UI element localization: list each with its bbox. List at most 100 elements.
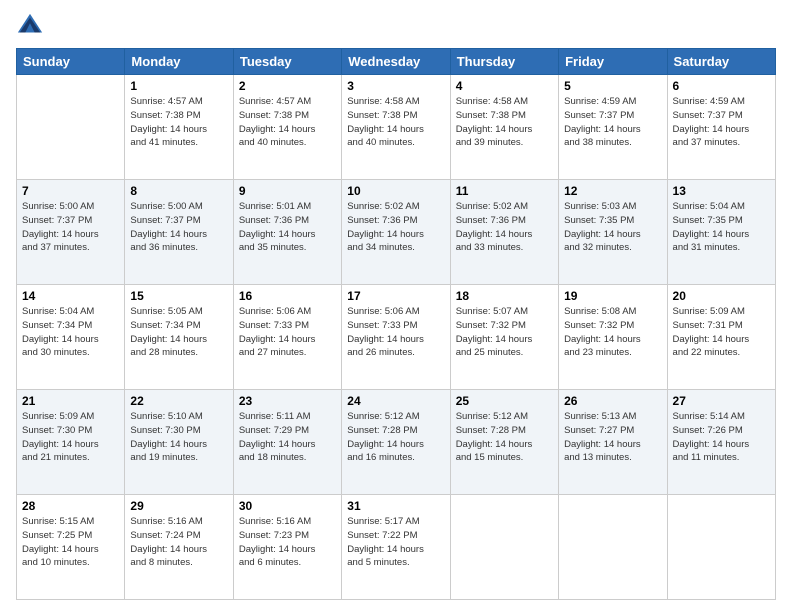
calendar-cell: 15 Sunrise: 5:05 AM Sunset: 7:34 PM Dayli… [125,285,233,390]
calendar-cell: 10Sunrise: 5:02 AM Sunset: 7:36 PM Dayli… [342,180,450,285]
day-info: Sunrise: 5:10 AM Sunset: 7:30 PM Dayligh… [130,410,227,465]
calendar-cell: 16 Sunrise: 5:06 AM Sunset: 7:33 PM Dayli… [233,285,341,390]
day-number: 4 [456,79,553,93]
calendar-cell: 24Sunrise: 5:12 AM Sunset: 7:28 PM Dayli… [342,390,450,495]
header-row: SundayMondayTuesdayWednesdayThursdayFrid… [17,49,776,75]
day-info: Sunrise: 5:16 AM Sunset: 7:23 PM Dayligh… [239,515,336,570]
logo [16,12,48,40]
day-info: Sunrise: 5:15 AM Sunset: 7:25 PM Dayligh… [22,515,119,570]
day-info: Sunrise: 5:09 AM Sunset: 7:30 PM Dayligh… [22,410,119,465]
weekday-header: Saturday [667,49,775,75]
calendar-row: 21 Sunrise: 5:09 AM Sunset: 7:30 PM Dayli… [17,390,776,495]
weekday-header: Friday [559,49,667,75]
day-number: 21 [22,394,119,408]
calendar-cell: 22 Sunrise: 5:10 AM Sunset: 7:30 PM Dayli… [125,390,233,495]
day-info: Sunrise: 5:03 AM Sunset: 7:35 PM Dayligh… [564,200,661,255]
calendar-cell: 27Sunrise: 5:14 AM Sunset: 7:26 PM Dayli… [667,390,775,495]
calendar-cell: 9Sunrise: 5:01 AM Sunset: 7:36 PM Daylig… [233,180,341,285]
day-number: 18 [456,289,553,303]
calendar-cell: 4 Sunrise: 4:58 AM Sunset: 7:38 PM Daylig… [450,75,558,180]
calendar-cell: 21 Sunrise: 5:09 AM Sunset: 7:30 PM Dayli… [17,390,125,495]
day-info: Sunrise: 4:58 AM Sunset: 7:38 PM Dayligh… [347,95,444,150]
day-number: 20 [673,289,770,303]
day-number: 12 [564,184,661,198]
calendar-cell: 2Sunrise: 4:57 AM Sunset: 7:38 PM Daylig… [233,75,341,180]
calendar-cell: 5 Sunrise: 4:59 AM Sunset: 7:37 PM Daylig… [559,75,667,180]
calendar-cell: 11 Sunrise: 5:02 AM Sunset: 7:36 PM Dayli… [450,180,558,285]
day-number: 26 [564,394,661,408]
day-info: Sunrise: 5:02 AM Sunset: 7:36 PM Dayligh… [456,200,553,255]
header [16,12,776,40]
calendar-cell: 7Sunrise: 5:00 AM Sunset: 7:37 PM Daylig… [17,180,125,285]
day-number: 11 [456,184,553,198]
weekday-header: Tuesday [233,49,341,75]
calendar-table: SundayMondayTuesdayWednesdayThursdayFrid… [16,48,776,600]
logo-icon [16,12,44,40]
calendar-cell [667,495,775,600]
calendar-cell: 1 Sunrise: 4:57 AM Sunset: 7:38 PM Daylig… [125,75,233,180]
day-number: 25 [456,394,553,408]
calendar-row: 14 Sunrise: 5:04 AM Sunset: 7:34 PM Dayli… [17,285,776,390]
day-info: Sunrise: 5:09 AM Sunset: 7:31 PM Dayligh… [673,305,770,360]
day-number: 5 [564,79,661,93]
day-info: Sunrise: 4:58 AM Sunset: 7:38 PM Dayligh… [456,95,553,150]
calendar-cell: 29Sunrise: 5:16 AM Sunset: 7:24 PM Dayli… [125,495,233,600]
calendar-cell: 14 Sunrise: 5:04 AM Sunset: 7:34 PM Dayli… [17,285,125,390]
weekday-header: Thursday [450,49,558,75]
day-info: Sunrise: 5:06 AM Sunset: 7:33 PM Dayligh… [347,305,444,360]
calendar-cell: 8 Sunrise: 5:00 AM Sunset: 7:37 PM Daylig… [125,180,233,285]
calendar-cell: 18 Sunrise: 5:07 AM Sunset: 7:32 PM Dayli… [450,285,558,390]
day-number: 6 [673,79,770,93]
day-info: Sunrise: 5:17 AM Sunset: 7:22 PM Dayligh… [347,515,444,570]
calendar-cell: 12 Sunrise: 5:03 AM Sunset: 7:35 PM Dayli… [559,180,667,285]
day-number: 27 [673,394,770,408]
day-number: 8 [130,184,227,198]
calendar-cell: 6 Sunrise: 4:59 AM Sunset: 7:37 PM Daylig… [667,75,775,180]
day-info: Sunrise: 5:01 AM Sunset: 7:36 PM Dayligh… [239,200,336,255]
day-number: 1 [130,79,227,93]
day-number: 28 [22,499,119,513]
day-number: 31 [347,499,444,513]
calendar-cell [559,495,667,600]
day-info: Sunrise: 5:11 AM Sunset: 7:29 PM Dayligh… [239,410,336,465]
calendar-cell: 28 Sunrise: 5:15 AM Sunset: 7:25 PM Dayli… [17,495,125,600]
day-number: 14 [22,289,119,303]
day-number: 17 [347,289,444,303]
calendar-cell: 23Sunrise: 5:11 AM Sunset: 7:29 PM Dayli… [233,390,341,495]
weekday-header: Sunday [17,49,125,75]
day-info: Sunrise: 4:57 AM Sunset: 7:38 PM Dayligh… [130,95,227,150]
page: SundayMondayTuesdayWednesdayThursdayFrid… [0,0,792,612]
weekday-header: Monday [125,49,233,75]
day-info: Sunrise: 4:59 AM Sunset: 7:37 PM Dayligh… [673,95,770,150]
day-number: 3 [347,79,444,93]
day-number: 22 [130,394,227,408]
calendar-cell: 3 Sunrise: 4:58 AM Sunset: 7:38 PM Daylig… [342,75,450,180]
calendar-cell [17,75,125,180]
day-info: Sunrise: 5:00 AM Sunset: 7:37 PM Dayligh… [22,200,119,255]
calendar-row: 1 Sunrise: 4:57 AM Sunset: 7:38 PM Daylig… [17,75,776,180]
day-info: Sunrise: 5:05 AM Sunset: 7:34 PM Dayligh… [130,305,227,360]
day-info: Sunrise: 5:16 AM Sunset: 7:24 PM Dayligh… [130,515,227,570]
day-number: 19 [564,289,661,303]
calendar-cell: 20 Sunrise: 5:09 AM Sunset: 7:31 PM Dayli… [667,285,775,390]
day-info: Sunrise: 5:06 AM Sunset: 7:33 PM Dayligh… [239,305,336,360]
day-number: 15 [130,289,227,303]
day-info: Sunrise: 5:13 AM Sunset: 7:27 PM Dayligh… [564,410,661,465]
day-info: Sunrise: 5:07 AM Sunset: 7:32 PM Dayligh… [456,305,553,360]
day-info: Sunrise: 5:04 AM Sunset: 7:34 PM Dayligh… [22,305,119,360]
day-number: 30 [239,499,336,513]
calendar-cell: 17 Sunrise: 5:06 AM Sunset: 7:33 PM Dayli… [342,285,450,390]
calendar-cell: 31 Sunrise: 5:17 AM Sunset: 7:22 PM Dayli… [342,495,450,600]
calendar-cell: 13Sunrise: 5:04 AM Sunset: 7:35 PM Dayli… [667,180,775,285]
day-number: 16 [239,289,336,303]
calendar-cell: 25Sunrise: 5:12 AM Sunset: 7:28 PM Dayli… [450,390,558,495]
day-info: Sunrise: 5:02 AM Sunset: 7:36 PM Dayligh… [347,200,444,255]
day-number: 13 [673,184,770,198]
calendar-row: 7Sunrise: 5:00 AM Sunset: 7:37 PM Daylig… [17,180,776,285]
day-info: Sunrise: 5:00 AM Sunset: 7:37 PM Dayligh… [130,200,227,255]
calendar-cell: 26 Sunrise: 5:13 AM Sunset: 7:27 PM Dayli… [559,390,667,495]
calendar-cell: 19Sunrise: 5:08 AM Sunset: 7:32 PM Dayli… [559,285,667,390]
calendar-cell: 30 Sunrise: 5:16 AM Sunset: 7:23 PM Dayli… [233,495,341,600]
day-info: Sunrise: 4:59 AM Sunset: 7:37 PM Dayligh… [564,95,661,150]
day-info: Sunrise: 4:57 AM Sunset: 7:38 PM Dayligh… [239,95,336,150]
